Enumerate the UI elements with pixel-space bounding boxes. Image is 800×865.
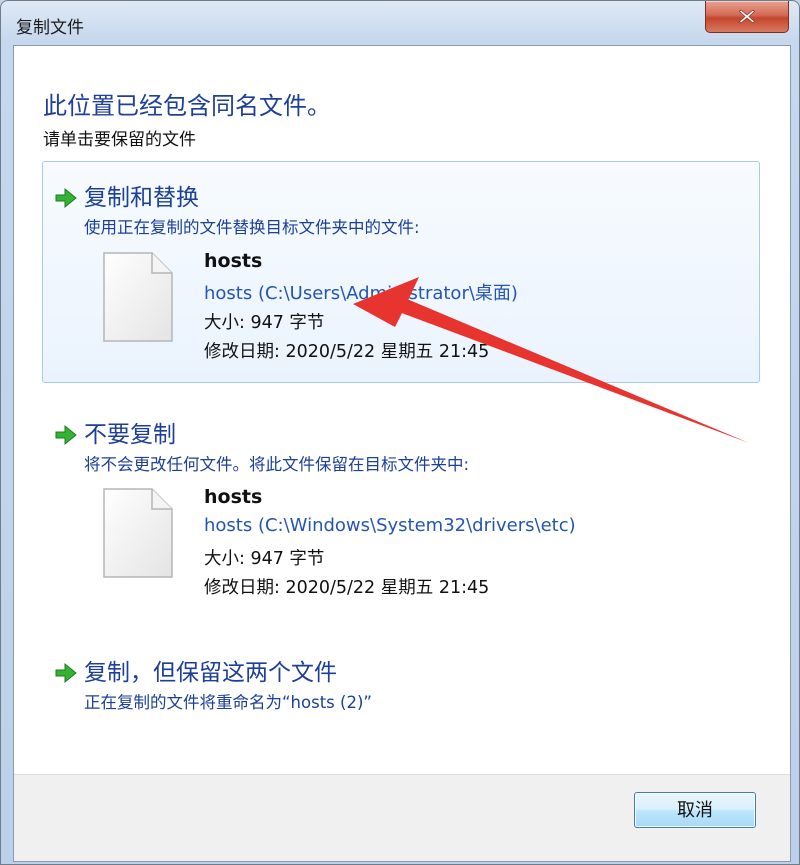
green-arrow-icon xyxy=(55,662,77,684)
green-arrow-icon xyxy=(55,187,77,209)
file-name: hosts xyxy=(204,250,263,272)
dialog-footer: 取消 xyxy=(14,774,790,861)
file-path: hosts (C:\Windows\System32\drivers\etc) xyxy=(204,515,576,536)
option-description: 正在复制的文件将重命名为“hosts (2)” xyxy=(84,693,372,712)
file-modified: 修改日期: 2020/5/22 星期五 21:45 xyxy=(204,342,490,362)
option-title: 复制和替换 xyxy=(84,185,199,211)
title-bar[interactable]: 复制文件 xyxy=(1,1,799,45)
dialog-instruction: 请单击要保留的文件 xyxy=(43,130,196,150)
option-description: 将不会更改任何文件。将此文件保留在目标文件夹中: xyxy=(84,455,470,474)
dialog-content: 此位置已经包含同名文件。 请单击要保留的文件 复制和替换 使用正在复制的文件替换… xyxy=(13,45,791,862)
file-icon xyxy=(103,488,173,578)
option-description: 使用正在复制的文件替换目标文件夹中的文件: xyxy=(84,218,420,237)
close-icon xyxy=(739,9,755,24)
file-path: hosts (C:\Users\Administrator\桌面) xyxy=(204,283,518,304)
file-icon xyxy=(103,252,173,342)
file-modified: 修改日期: 2020/5/22 星期五 21:45 xyxy=(204,578,490,598)
cancel-button[interactable]: 取消 xyxy=(634,792,756,828)
file-size: 大小: 947 字节 xyxy=(204,549,325,569)
dialog-heading: 此位置已经包含同名文件。 xyxy=(43,92,331,120)
green-arrow-icon xyxy=(55,424,77,446)
copy-file-dialog: 复制文件 此位置已经包含同名文件。 请单击要保留的文件 复制和替换 使用正在复制… xyxy=(0,0,800,865)
close-button[interactable] xyxy=(705,1,789,33)
option-copy-and-replace[interactable]: 复制和替换 使用正在复制的文件替换目标文件夹中的文件: hosts hosts … xyxy=(42,161,760,383)
option-dont-copy[interactable]: 不要复制 将不会更改任何文件。将此文件保留在目标文件夹中: hosts host… xyxy=(42,398,760,618)
file-name: hosts xyxy=(204,486,263,508)
option-title: 复制，但保留这两个文件 xyxy=(84,660,337,686)
option-title: 不要复制 xyxy=(84,422,176,448)
file-size: 大小: 947 字节 xyxy=(204,313,325,333)
option-copy-keep-both[interactable]: 复制，但保留这两个文件 正在复制的文件将重命名为“hosts (2)” xyxy=(42,634,760,724)
window-title: 复制文件 xyxy=(16,18,84,38)
